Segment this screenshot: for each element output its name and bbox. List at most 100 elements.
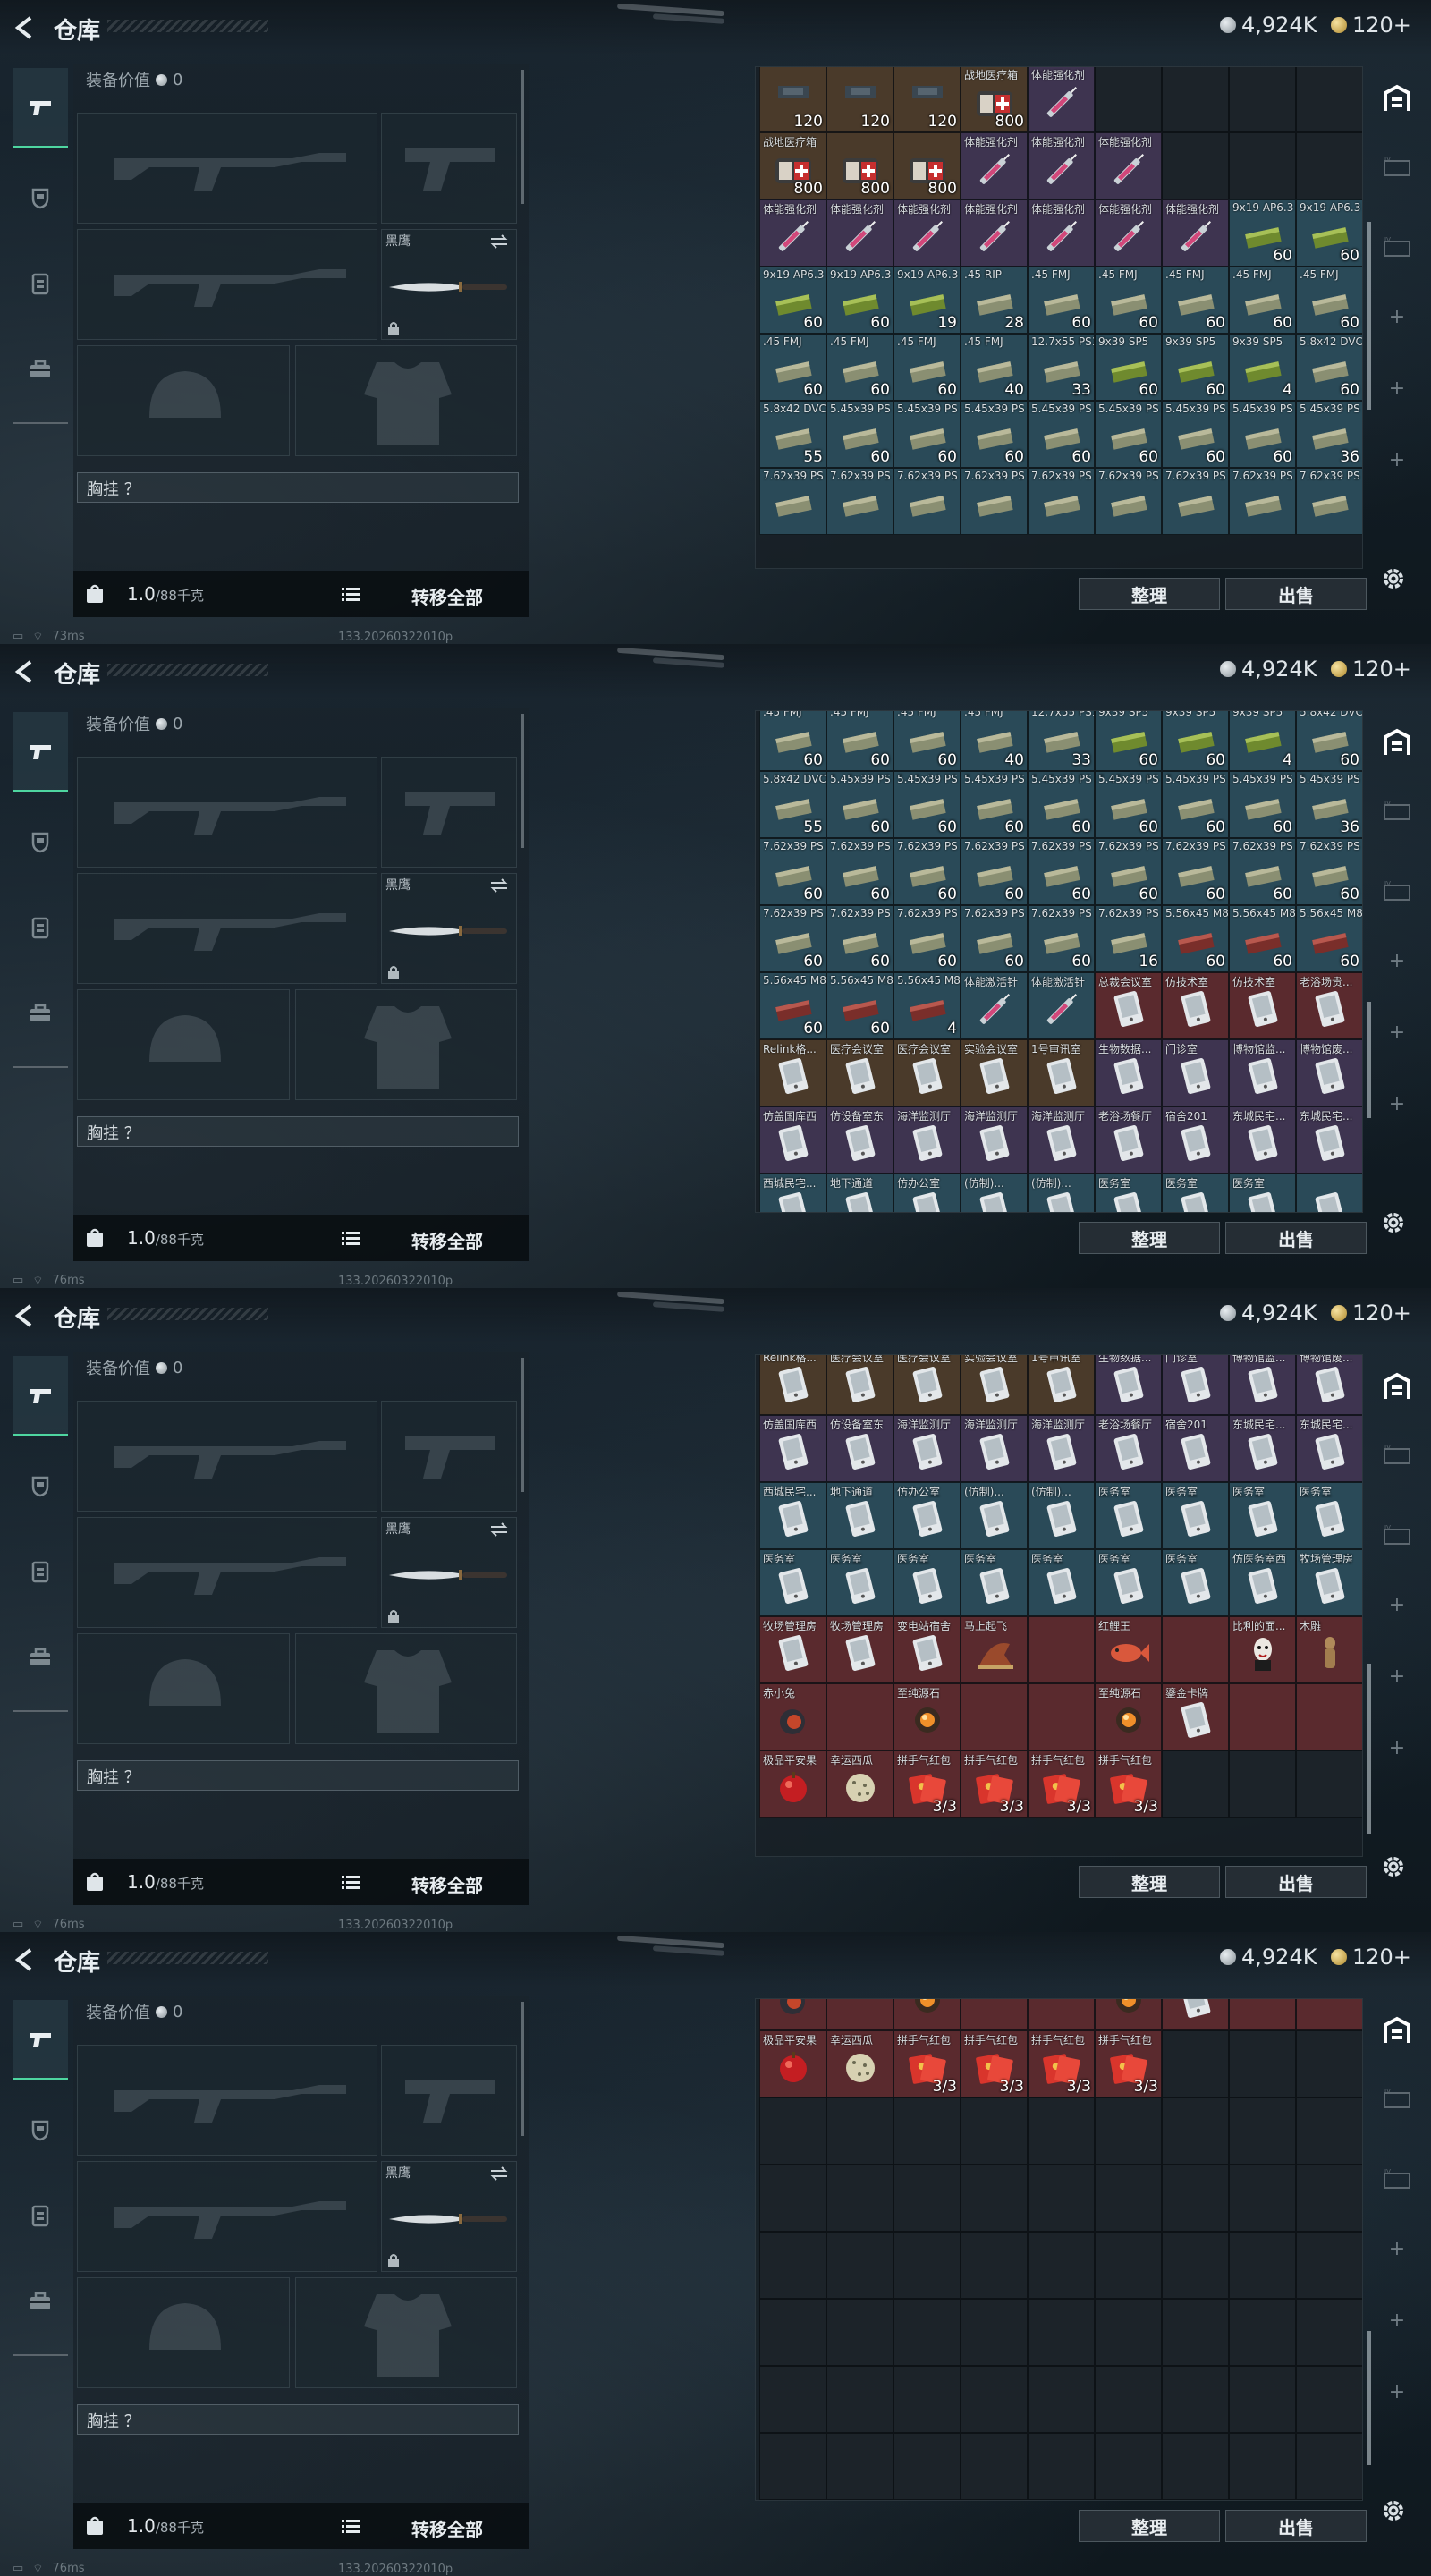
primary-weapon-slot[interactable] bbox=[77, 757, 377, 868]
stash-item[interactable]: 12.7x55 PS12A 33 bbox=[1028, 334, 1095, 401]
stash-slot-empty[interactable] bbox=[961, 2299, 1028, 2366]
stash-slot-empty[interactable] bbox=[1229, 1999, 1296, 2030]
sidebar-item-backpack[interactable] bbox=[13, 329, 68, 410]
stash-tab-4[interactable]: IV bbox=[1379, 792, 1415, 828]
settings-gear-icon[interactable] bbox=[1380, 2497, 1407, 2524]
stash-item[interactable]: 赤小兔 bbox=[759, 1683, 826, 1750]
stash-item[interactable]: 120 bbox=[826, 67, 893, 132]
stash-item[interactable]: 7.62x39 PS 60 bbox=[1028, 905, 1095, 972]
chest-rig-slot[interactable]: 胸挂 ？ bbox=[77, 472, 519, 503]
stash-slot-empty[interactable] bbox=[961, 2232, 1028, 2299]
stash-slot-empty[interactable] bbox=[1296, 132, 1362, 199]
stash-item[interactable]: 东城民宅... bbox=[1229, 1106, 1296, 1174]
stash-item[interactable]: 5.45x39 PS 60 bbox=[893, 401, 961, 468]
stash-item[interactable]: 5.45x39 PS 60 bbox=[961, 771, 1028, 838]
stash-slot-empty[interactable] bbox=[1296, 2299, 1362, 2366]
add-stash-icon[interactable]: + bbox=[1379, 943, 1415, 979]
silver-currency[interactable]: 4,924K bbox=[1220, 1301, 1317, 1326]
stash-item[interactable]: .45 FMJ 60 bbox=[826, 334, 893, 401]
stash-item[interactable]: (仿制)... bbox=[1028, 1482, 1095, 1549]
stash-item[interactable]: Relink格... bbox=[759, 1355, 826, 1415]
stash-item[interactable]: 木雕 bbox=[1296, 1616, 1362, 1683]
stash-item[interactable]: (仿制)... bbox=[1028, 1174, 1095, 1212]
stash-slot-empty[interactable] bbox=[1028, 1616, 1095, 1683]
sidebar-item-armor[interactable] bbox=[13, 2089, 68, 2170]
stash-item[interactable]: 博物馆废... bbox=[1296, 1039, 1362, 1106]
stash-item[interactable]: 5.56x45 M855 60 bbox=[1229, 905, 1296, 972]
stash-item[interactable]: 5.56x45 M855 60 bbox=[826, 972, 893, 1039]
stash-item[interactable]: 医务室 bbox=[1162, 1174, 1229, 1212]
stash-item[interactable]: (仿制)... bbox=[961, 1482, 1028, 1549]
transfer-all-button[interactable]: 转移全部 bbox=[411, 1227, 483, 1253]
stash-item[interactable]: 7.62x39 PS 60 bbox=[759, 905, 826, 972]
chest-rig-slot[interactable]: 胸挂 ？ bbox=[77, 1760, 519, 1791]
stash-slot-empty[interactable] bbox=[961, 2366, 1028, 2433]
sell-button[interactable]: 出售 bbox=[1225, 2510, 1367, 2542]
stash-item[interactable]: 体能强化剂 bbox=[961, 132, 1028, 199]
stash-item[interactable]: 比利的面... bbox=[1229, 1616, 1296, 1683]
chest-rig-slot[interactable]: 胸挂 ？ bbox=[77, 2404, 519, 2435]
stash-item[interactable]: 博物馆废... bbox=[1296, 1355, 1362, 1415]
sidebar-item-backpack[interactable] bbox=[13, 1617, 68, 1698]
stash-slot-empty[interactable] bbox=[1028, 2366, 1095, 2433]
stash-item[interactable]: 西城民宅... bbox=[759, 1482, 826, 1549]
stash-slot-empty[interactable] bbox=[893, 2299, 961, 2366]
stash-item[interactable]: 5.45x39 PS 60 bbox=[1028, 771, 1095, 838]
stash-item[interactable]: 体能强化剂 bbox=[1162, 199, 1229, 267]
swap-arrows-icon[interactable] bbox=[489, 2165, 509, 2182]
stash-slot-empty[interactable] bbox=[1095, 2299, 1162, 2366]
stash-item[interactable]: 120 bbox=[759, 67, 826, 132]
stash-item[interactable]: 鎏金卡牌 bbox=[1162, 1683, 1229, 1750]
settings-gear-icon[interactable] bbox=[1380, 1853, 1407, 1880]
stash-scrollbar[interactable] bbox=[1367, 2331, 1371, 2465]
melee-slot[interactable]: 黑鹰 bbox=[381, 229, 517, 340]
stash-slot-empty[interactable] bbox=[1229, 2097, 1296, 2165]
stash-item[interactable] bbox=[1162, 1999, 1229, 2030]
stash-item[interactable]: 海洋监测厅 bbox=[893, 1415, 961, 1482]
stash-item[interactable]: 7.62x39 PS 60 bbox=[1296, 838, 1362, 905]
body-armor-slot[interactable] bbox=[295, 1633, 517, 1744]
stash-slot-empty[interactable] bbox=[1162, 1750, 1229, 1818]
stash-item[interactable]: 医务室 bbox=[1095, 1549, 1162, 1616]
back-arrow-icon[interactable] bbox=[13, 14, 34, 41]
stash-item[interactable]: 5.45x39 PS 60 bbox=[1095, 771, 1162, 838]
stash-tab-4b[interactable]: IV bbox=[1379, 229, 1415, 265]
stash-slot-empty[interactable] bbox=[826, 1999, 893, 2030]
stash-item[interactable]: 东城民宅... bbox=[1229, 1415, 1296, 1482]
stash-item[interactable]: 5.45x39 PS 60 bbox=[893, 771, 961, 838]
stash-tab-4b[interactable]: IV bbox=[1379, 2161, 1415, 2197]
helmet-slot[interactable] bbox=[77, 989, 290, 1100]
stash-item[interactable]: 5.8x42 DVC12 60 bbox=[1296, 334, 1362, 401]
stash-item[interactable]: 5.56x45 M855 60 bbox=[759, 972, 826, 1039]
sidebar-item-rig[interactable] bbox=[13, 2175, 68, 2256]
stash-item[interactable]: 仿办公室 bbox=[893, 1482, 961, 1549]
stash-item[interactable]: 牧场管理房 bbox=[1296, 1549, 1362, 1616]
stash-slot-empty[interactable] bbox=[1229, 2433, 1296, 2500]
melee-slot[interactable]: 黑鹰 bbox=[381, 1517, 517, 1628]
stash-item[interactable]: 7.62x39 PS 60 bbox=[1095, 838, 1162, 905]
add-stash-icon[interactable]: + bbox=[1379, 1730, 1415, 1766]
add-stash-icon[interactable]: + bbox=[1379, 2374, 1415, 2410]
equipment-scrollbar[interactable] bbox=[521, 70, 524, 204]
stash-slot-empty[interactable] bbox=[1296, 2097, 1362, 2165]
stash-item[interactable] bbox=[1095, 1999, 1162, 2030]
stash-tab-main[interactable] bbox=[1379, 80, 1415, 116]
stash-item[interactable]: 800 bbox=[893, 132, 961, 199]
stash-item[interactable]: 西城民宅... bbox=[759, 1174, 826, 1212]
add-stash-icon[interactable]: + bbox=[1379, 299, 1415, 335]
silver-currency[interactable]: 4,924K bbox=[1220, 657, 1317, 682]
stash-slot-empty[interactable] bbox=[826, 2366, 893, 2433]
stash-item[interactable]: 医疗会议室 bbox=[893, 1355, 961, 1415]
stash-item[interactable]: 医务室 bbox=[759, 1549, 826, 1616]
stash-slot-empty[interactable] bbox=[1296, 2165, 1362, 2232]
pistol-slot[interactable] bbox=[381, 757, 517, 868]
sort-button[interactable]: 整理 bbox=[1079, 1222, 1220, 1254]
stash-item[interactable]: 9x39 SP5 60 bbox=[1095, 711, 1162, 771]
stash-item[interactable]: 医务室 bbox=[1028, 1549, 1095, 1616]
equipment-scrollbar[interactable] bbox=[521, 1358, 524, 1492]
stash-item[interactable]: 仿技术室 bbox=[1229, 972, 1296, 1039]
stash-slot-empty[interactable] bbox=[1095, 2366, 1162, 2433]
stash-slot-empty[interactable] bbox=[893, 2232, 961, 2299]
helmet-slot[interactable] bbox=[77, 2277, 290, 2388]
stash-slot-empty[interactable] bbox=[759, 2232, 826, 2299]
